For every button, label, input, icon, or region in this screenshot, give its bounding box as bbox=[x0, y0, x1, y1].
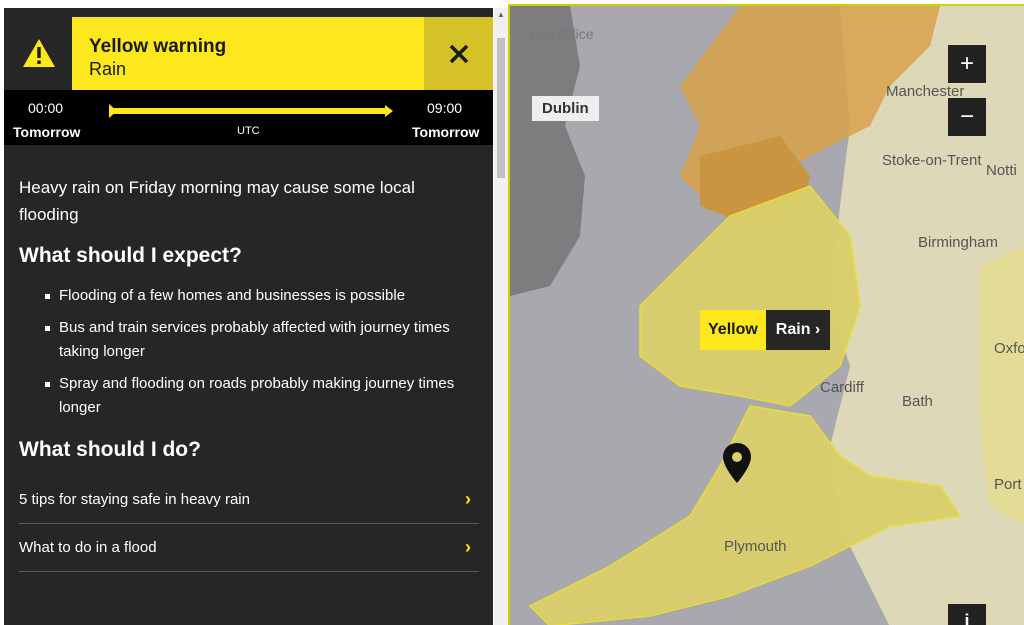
panel-scrollbar[interactable]: ▲ bbox=[494, 8, 508, 625]
warning-content: Heavy rain on Friday morning may cause s… bbox=[19, 156, 479, 572]
warning-panel: Yellow warning Rain 00:00 Tomorrow UTC 0… bbox=[4, 8, 493, 625]
zoom-out-button[interactable]: − bbox=[948, 98, 986, 136]
warning-header: Yellow warning Rain bbox=[4, 17, 493, 90]
place-label-portsmouth: Port bbox=[994, 476, 1022, 493]
warning-triangle-icon bbox=[23, 39, 55, 67]
warning-icon-box bbox=[4, 17, 72, 90]
warning-map[interactable]: Met Office Dublin Manchester Stoke-on-Tr… bbox=[508, 4, 1024, 625]
timeline-start-day: Tomorrow bbox=[13, 124, 81, 140]
expect-item: Spray and flooding on roads probably mak… bbox=[19, 372, 479, 420]
do-heading: What should I do? bbox=[19, 438, 201, 461]
place-label-oxford: Oxfo bbox=[994, 340, 1024, 357]
place-label-birmingham: Birmingham bbox=[918, 234, 999, 251]
warning-type: Rain bbox=[89, 59, 127, 79]
warning-timeline: 00:00 Tomorrow UTC 09:00 Tomorrow bbox=[4, 90, 493, 145]
close-icon bbox=[449, 44, 468, 63]
chevron-right-icon: › bbox=[465, 489, 471, 509]
link-flood-advice[interactable]: What to do in a flood › bbox=[19, 524, 479, 572]
expect-item: Bus and train services probably affected… bbox=[19, 316, 479, 364]
link-label: What to do in a flood bbox=[19, 539, 157, 556]
expect-heading: What should I expect? bbox=[19, 244, 242, 267]
place-label-stoke: Stoke-on-Trent bbox=[882, 152, 982, 169]
location-pin-icon[interactable] bbox=[723, 443, 751, 483]
place-label-nottingham: Notti bbox=[986, 162, 1017, 179]
timeline-bar bbox=[111, 105, 393, 117]
link-label: 5 tips for staying safe in heavy rain bbox=[19, 491, 250, 508]
zoom-in-button[interactable]: + bbox=[948, 45, 986, 83]
place-label-plymouth: Plymouth bbox=[724, 538, 787, 555]
timeline-end-day: Tomorrow bbox=[412, 124, 480, 140]
expect-item: Flooding of a few homes and businesses i… bbox=[19, 284, 479, 308]
expect-list: Flooding of a few homes and businesses i… bbox=[19, 284, 479, 420]
scroll-up-icon[interactable]: ▲ bbox=[497, 10, 505, 19]
link-safety-tips[interactable]: 5 tips for staying safe in heavy rain › bbox=[19, 476, 479, 524]
badge-type: Rain › bbox=[765, 310, 831, 350]
met-office-logo: Met Office bbox=[530, 26, 594, 42]
timeline-timezone: UTC bbox=[237, 125, 260, 137]
timeline-end-time: 09:00 bbox=[427, 100, 463, 116]
warning-summary: Heavy rain on Friday morning may cause s… bbox=[19, 178, 415, 224]
chevron-right-icon: › bbox=[465, 537, 471, 557]
place-label-dublin: Dublin bbox=[532, 96, 599, 121]
advice-links: 5 tips for staying safe in heavy rain › … bbox=[19, 476, 479, 572]
map-warning-badge[interactable]: Yellow Rain › bbox=[700, 310, 831, 350]
place-label-cardiff: Cardiff bbox=[820, 379, 864, 396]
scroll-thumb[interactable] bbox=[497, 38, 505, 178]
badge-level: Yellow bbox=[700, 310, 766, 350]
info-button[interactable]: i bbox=[948, 604, 986, 625]
close-button[interactable] bbox=[424, 17, 493, 90]
timeline-start-time: 00:00 bbox=[28, 100, 64, 116]
warning-level: Yellow warning bbox=[89, 36, 227, 57]
place-label-bath: Bath bbox=[902, 393, 933, 410]
